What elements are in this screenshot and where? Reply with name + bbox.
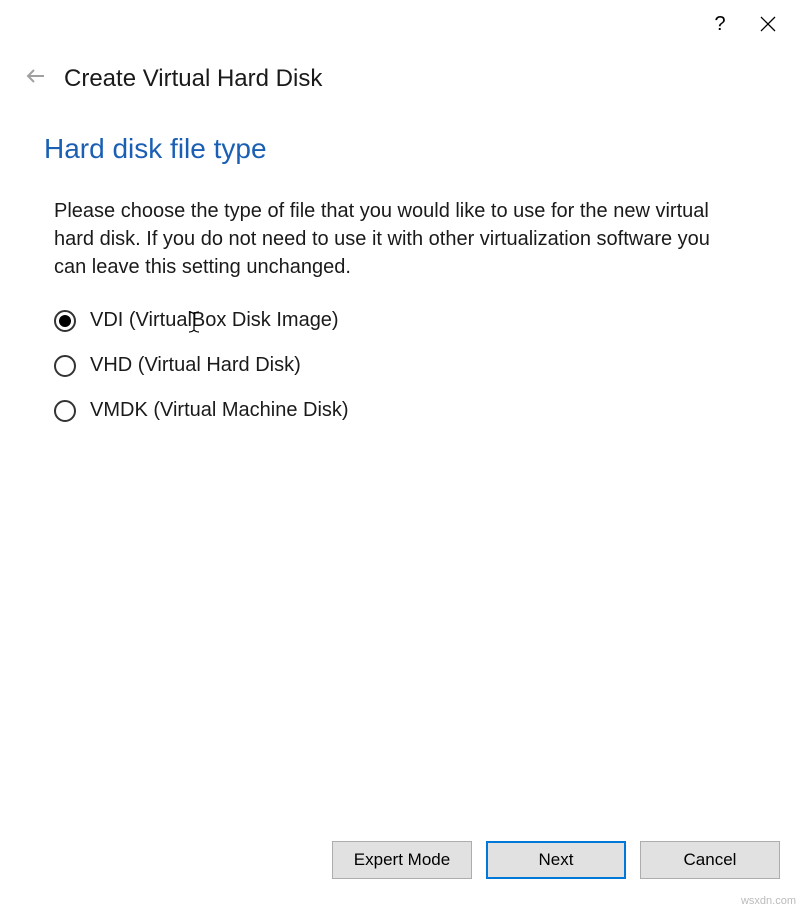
radio-indicator	[54, 355, 76, 377]
wizard-title: Create Virtual Hard Disk	[64, 65, 322, 93]
help-button[interactable]: ?	[696, 4, 744, 44]
expert-mode-button[interactable]: Expert Mode	[332, 841, 472, 879]
radio-label: VHD (Virtual Hard Disk)	[90, 354, 301, 377]
section-title: Hard disk file type	[44, 133, 752, 165]
cancel-button[interactable]: Cancel	[640, 841, 780, 879]
close-button[interactable]	[744, 4, 792, 44]
next-button[interactable]: Next	[486, 841, 626, 879]
close-icon	[760, 16, 776, 32]
watermark: wsxdn.com	[741, 895, 796, 907]
wizard-header: Create Virtual Hard Disk	[0, 48, 800, 93]
radio-option-vmdk[interactable]: VMDK (Virtual Machine Disk)	[54, 399, 752, 422]
radio-option-vdi[interactable]: VDI (VirtualBox Disk Image)	[54, 309, 752, 332]
radio-label: VDI (VirtualBox Disk Image)	[90, 309, 339, 332]
instruction-text: Please choose the type of file that you …	[44, 197, 752, 281]
titlebar: ?	[0, 0, 800, 48]
radio-option-vhd[interactable]: VHD (Virtual Hard Disk)	[54, 354, 752, 377]
file-type-radio-group: VDI (VirtualBox Disk Image) VHD (Virtual…	[44, 309, 752, 422]
back-arrow-icon	[24, 64, 48, 88]
wizard-content: Hard disk file type Please choose the ty…	[0, 93, 800, 422]
button-bar: Expert Mode Next Cancel	[332, 831, 780, 889]
back-button[interactable]	[24, 64, 48, 93]
help-icon: ?	[714, 13, 725, 36]
radio-label: VMDK (Virtual Machine Disk)	[90, 399, 349, 422]
radio-indicator	[54, 310, 76, 332]
radio-indicator	[54, 400, 76, 422]
